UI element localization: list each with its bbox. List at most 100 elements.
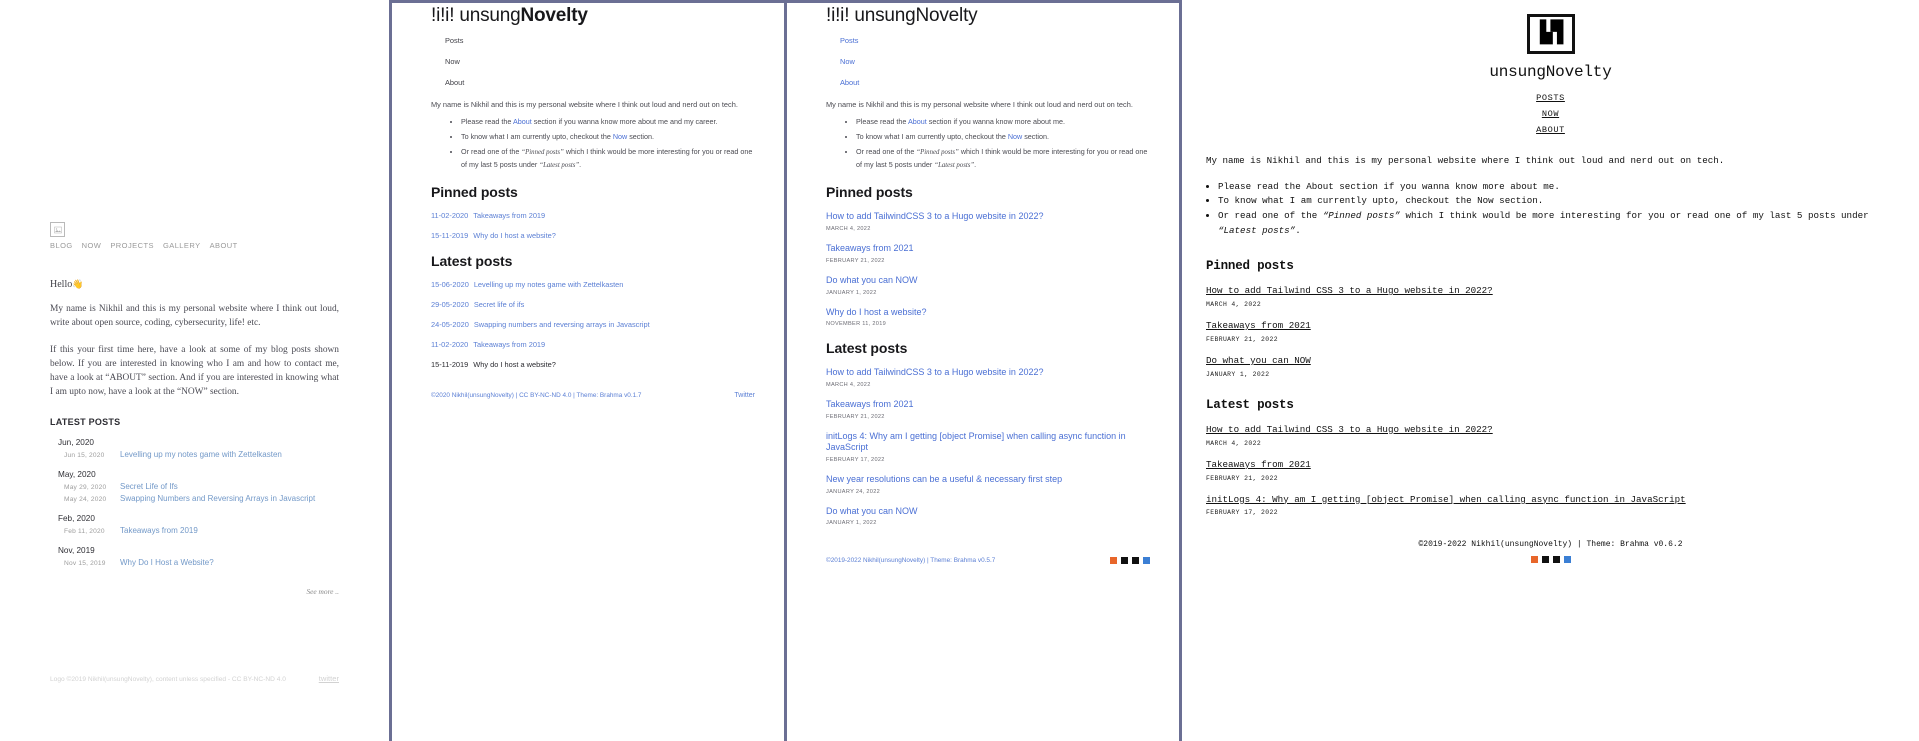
post-link[interactable]: Takeaways from 2019 [473, 340, 545, 349]
nav-item-gallery[interactable]: GALLERY [163, 241, 201, 250]
post-link[interactable]: How to add Tailwind CSS 3 to a Hugo webs… [1206, 285, 1907, 298]
post-link[interactable]: initLogs 4: Why am I getting [object Pro… [1206, 494, 1907, 507]
nav-item-about[interactable]: About [445, 78, 755, 87]
post-link[interactable]: Do what you can NOW [1206, 355, 1907, 368]
about-link[interactable]: About [513, 117, 532, 126]
list-item: To know what I am currently upto, checko… [461, 131, 755, 142]
post-link[interactable]: How to add TailwindCSS 3 to a Hugo websi… [826, 211, 1150, 223]
nav-item-now[interactable]: Now [840, 57, 1150, 66]
footer-twitter-link[interactable]: twitter [319, 674, 339, 683]
medium-icon[interactable] [1541, 556, 1549, 563]
list-item[interactable]: New year resolutions can be a useful & n… [826, 474, 1150, 495]
post-link[interactable]: Why do I host a website? [826, 307, 1150, 319]
list-item[interactable]: Why do I host a website? NOVEMBER 11, 201… [826, 307, 1150, 328]
nav-item-blog[interactable]: BLOG [50, 241, 73, 250]
post-date: JANUARY 1, 2022 [826, 289, 877, 296]
twitter-icon[interactable] [1552, 556, 1560, 563]
list-item: Please read the About section if you wan… [461, 116, 755, 127]
post-link[interactable]: New year resolutions can be a useful & n… [826, 474, 1150, 486]
list-item[interactable]: 29-05-2020 Secret life of ifs [431, 300, 755, 309]
list-item[interactable]: How to add Tailwind CSS 3 to a Hugo webs… [1206, 285, 1907, 308]
list-item[interactable]: 15-06-2020 Levelling up my notes game wit… [431, 280, 755, 289]
list-item[interactable]: Jun 15, 2020 Levelling up my notes game … [50, 450, 339, 459]
footer-license-text: Logo ©2019 Nikhil(unsungNovelty), conten… [50, 676, 286, 683]
post-link[interactable]: Why do I host a website? [473, 231, 556, 240]
list-item[interactable]: 11-02-2020 Takeaways from 2019 [431, 340, 755, 349]
post-link[interactable]: Takeaways from 2019 [120, 526, 198, 535]
post-link[interactable]: Do what you can NOW [826, 275, 1150, 287]
list-item[interactable]: How to add TailwindCSS 3 to a Hugo websi… [826, 367, 1150, 388]
post-link[interactable]: Why Do I Host a Website? [120, 558, 214, 567]
medium-icon[interactable] [1121, 557, 1128, 564]
list-item[interactable]: Do what you can NOW JANUARY 1, 2022 [1206, 355, 1907, 378]
list-item[interactable]: Takeaways from 2021 FEBRUARY 21, 2022 [826, 243, 1150, 264]
post-link[interactable]: Takeaways from 2021 [826, 399, 1150, 411]
post-link[interactable]: Secret Life of Ifs [120, 482, 178, 491]
panel3-nav[interactable]: Posts Now About [826, 36, 1150, 87]
panel2-nav[interactable]: Posts Now About [431, 36, 755, 87]
list-item[interactable]: Do what you can NOW JANUARY 1, 2022 [826, 275, 1150, 296]
nav-item-posts[interactable]: Posts [445, 36, 755, 45]
list-item[interactable]: Takeaways from 2021 FEBRUARY 21, 2022 [826, 399, 1150, 420]
bullet-pre: Or read one of the [461, 147, 522, 157]
list-item[interactable]: Feb 11, 2020 Takeaways from 2019 [50, 526, 339, 535]
list-item[interactable]: 24-05-2020 Swapping numbers and reversing… [431, 320, 755, 329]
post-link[interactable]: Why do I host a website? [473, 360, 556, 369]
now-link[interactable]: Now [1008, 132, 1022, 141]
rss-icon[interactable] [1563, 556, 1571, 563]
post-link[interactable]: Levelling up my notes game with Zettelka… [474, 280, 624, 289]
see-more-link[interactable]: See more .. [50, 587, 339, 596]
nav-item-projects[interactable]: PROJECTS [110, 241, 154, 250]
mastodon-icon[interactable] [1530, 556, 1538, 563]
post-link[interactable]: How to add TailwindCSS 3 to a Hugo websi… [826, 367, 1150, 379]
post-link[interactable]: Secret life of ifs [474, 300, 525, 309]
post-link[interactable]: Takeaways from 2019 [473, 211, 545, 220]
nav-item-about[interactable]: ABOUT [1536, 125, 1565, 135]
list-item[interactable]: 15-11-2019 Why do I host a website? [431, 231, 755, 240]
list-item[interactable]: initLogs 4: Why am I getting [object Pro… [826, 431, 1150, 463]
list-item[interactable]: May 24, 2020 Swapping Numbers and Revers… [50, 494, 339, 503]
nav-item-now[interactable]: NOW [1542, 109, 1559, 119]
bullet-post: section if you wanna know more about me … [531, 117, 718, 127]
unsungnovelty-logo-icon[interactable]: ▙▜ [1526, 14, 1575, 54]
post-link[interactable]: How to add Tailwind CSS 3 to a Hugo webs… [1206, 424, 1907, 437]
post-link[interactable]: Swapping Numbers and Reversing Arrays in… [120, 494, 315, 503]
list-item[interactable]: How to add TailwindCSS 3 to a Hugo websi… [826, 211, 1150, 232]
footer-links[interactable]: Twitter [734, 392, 755, 399]
nav-item-posts[interactable]: POSTS [1536, 93, 1565, 103]
footer-twitter-link[interactable]: Twitter [734, 392, 755, 399]
post-link[interactable]: Levelling up my notes game with Zettelka… [120, 450, 282, 459]
nav-item-about[interactable]: About [840, 78, 1150, 87]
post-link[interactable]: Takeaways from 2021 [826, 243, 1150, 255]
nav-item-posts[interactable]: Posts [840, 36, 1150, 45]
now-link[interactable]: Now [613, 132, 627, 141]
nav-item-about[interactable]: ABOUT [210, 241, 238, 250]
list-item[interactable]: Takeaways from 2021 FEBRUARY 21, 2022 [1206, 320, 1907, 343]
list-item[interactable]: 11-02-2020 Takeaways from 2019 [431, 211, 755, 220]
list-item[interactable]: How to add Tailwind CSS 3 to a Hugo webs… [1206, 424, 1907, 447]
panel1-footer: Logo ©2019 Nikhil(unsungNovelty), conten… [50, 674, 339, 683]
post-link[interactable]: Takeaways from 2021 [1206, 459, 1907, 472]
post-month-label: Jun, 2020 [58, 437, 94, 447]
panel4-nav[interactable]: POSTS NOW ABOUT [1194, 93, 1907, 135]
list-item[interactable]: Do what you can NOW JANUARY 1, 2022 [826, 506, 1150, 527]
list-item[interactable]: initLogs 4: Why am I getting [object Pro… [1206, 494, 1907, 517]
footer-social-links[interactable] [1182, 556, 1919, 563]
post-link[interactable]: Do what you can NOW [826, 506, 1150, 518]
about-link[interactable]: About [908, 117, 927, 126]
post-link[interactable]: Swapping numbers and reversing arrays in… [474, 320, 650, 329]
nav-item-now[interactable]: NOW [82, 241, 102, 250]
footer-social-links[interactable] [1110, 557, 1150, 564]
post-link[interactable]: initLogs 4: Why am I getting [object Pro… [826, 431, 1150, 454]
list-item[interactable]: May 29, 2020 Secret Life of Ifs [50, 482, 339, 491]
mastodon-icon[interactable] [1110, 557, 1117, 564]
twitter-icon[interactable] [1132, 557, 1139, 564]
panel1-nav[interactable]: BLOG NOW PROJECTS GALLERY ABOUT [50, 241, 339, 250]
list-item[interactable]: 15-11-2019 Why do I host a website? [431, 360, 755, 369]
list-item[interactable]: Nov 15, 2019 Why Do I Host a Website? [50, 558, 339, 567]
rss-icon[interactable] [1143, 557, 1150, 564]
nav-item-now[interactable]: Now [445, 57, 755, 66]
post-link[interactable]: Takeaways from 2021 [1206, 320, 1907, 333]
bullet-post: section. [627, 132, 654, 142]
list-item[interactable]: Takeaways from 2021 FEBRUARY 21, 2022 [1206, 459, 1907, 482]
